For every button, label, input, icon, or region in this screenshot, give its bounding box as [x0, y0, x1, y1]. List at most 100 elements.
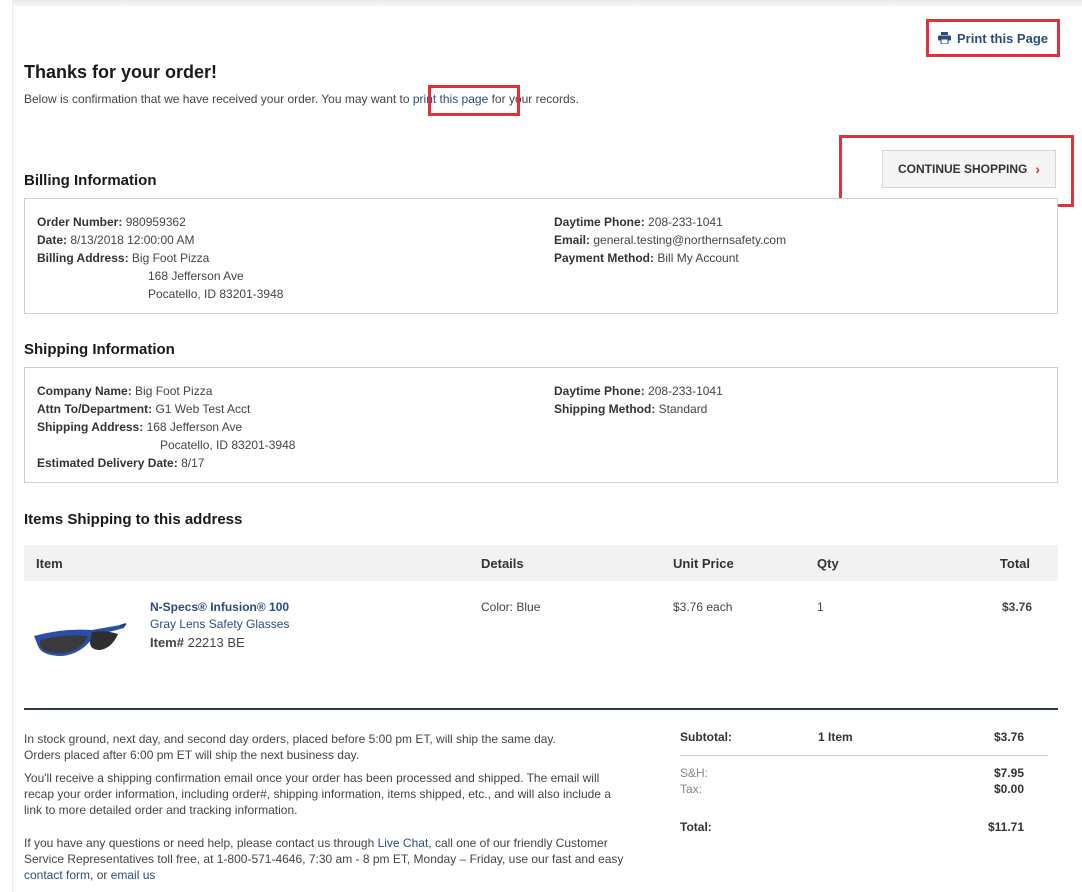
payment-method-row: Payment Method: Bill My Account [554, 249, 786, 267]
subtotal-items: 1 Item [818, 730, 853, 744]
product-image[interactable] [32, 618, 128, 663]
email-us-link[interactable]: email us [111, 868, 156, 882]
chevron-right-icon: › [1035, 161, 1041, 177]
shipping-phone-row: Daytime Phone: 208-233-1041 [554, 382, 723, 400]
shipping-phone-label: Daytime Phone: [554, 384, 645, 398]
items-section-title: Items Shipping to this address [24, 511, 243, 528]
safety-glasses-image [34, 623, 127, 656]
billing-email-value: general.testing@northernsafety.com [593, 233, 787, 247]
product-qty: 1 [817, 600, 824, 614]
delivery-date-label: Estimated Delivery Date: [37, 456, 178, 470]
company-name-value: Big Foot Pizza [135, 384, 213, 398]
tax-label: Tax: [680, 782, 703, 796]
column-header-qty: Qty [817, 556, 839, 571]
shipping-method-value: Standard [658, 402, 708, 416]
shipping-phone-value: 208-233-1041 [648, 384, 723, 398]
billing-address-row: Billing Address: Big Foot Pizza [37, 249, 283, 267]
billing-left-column: Order Number: 980959362 Date: 8/13/2018 … [37, 213, 283, 303]
live-chat-link[interactable]: Live Chat [378, 836, 429, 850]
order-date-label: Date: [37, 233, 68, 247]
attn-value: G1 Web Test Acct [155, 402, 251, 416]
order-date-value: 8/13/2018 12:00:00 AM [70, 233, 195, 247]
subtotal-value: $3.76 [993, 730, 1024, 744]
confirmation-note: You'll receive a shipping confirmation e… [24, 771, 611, 817]
order-number-row: Order Number: 980959362 [37, 213, 283, 231]
billing-address-label: Billing Address: [37, 251, 129, 265]
shipping-info-box: Company Name: Big Foot Pizza Attn To/Dep… [24, 367, 1058, 483]
summary-divider [24, 708, 1058, 710]
shipping-note-line2: Orders placed after 6:00 pm ET will ship… [24, 748, 360, 762]
delivery-date-row: Estimated Delivery Date: 8/17 [37, 454, 295, 472]
payment-method-value: Bill My Account [657, 251, 739, 265]
billing-info-box: Order Number: 980959362 Date: 8/13/2018 … [24, 198, 1058, 314]
attn-row: Attn To/Department: G1 Web Test Acct [37, 400, 295, 418]
shipping-address-row: Shipping Address: 168 Jefferson Ave [37, 418, 295, 436]
product-name-link[interactable]: N-Specs® Infusion® 100 [150, 600, 289, 614]
payment-method-label: Payment Method: [554, 251, 655, 265]
printer-icon [937, 32, 951, 44]
sh-value: $7.95 [993, 766, 1024, 780]
total-value: $11.71 [987, 820, 1024, 834]
column-header-unit-price: Unit Price [673, 556, 734, 571]
help-text-before: If you have any questions or need help, … [24, 836, 378, 850]
totals-separator [680, 755, 1048, 756]
shipping-section-title: Shipping Information [24, 341, 175, 358]
subtotal-label: Subtotal: [680, 730, 732, 744]
order-date-row: Date: 8/13/2018 12:00:00 AM [37, 231, 283, 249]
items-table-header: Item Details Unit Price Qty Total [24, 545, 1058, 581]
shipping-address-line2: Pocatello, ID 83201-3948 [160, 438, 296, 452]
top-edge [12, 0, 1082, 6]
shipping-note-line1: In stock ground, next day, and second da… [24, 732, 556, 746]
shipping-left-column: Company Name: Big Foot Pizza Attn To/Dep… [37, 382, 295, 472]
item-number-label: Item# [150, 635, 184, 650]
company-name-label: Company Name: [37, 384, 132, 398]
attn-label: Attn To/Department: [37, 402, 153, 416]
page-title: Thanks for your order! [24, 62, 218, 82]
shipping-note: In stock ground, next day, and second da… [24, 731, 624, 763]
product-details: Color: Blue [481, 600, 541, 614]
billing-phone-value: 208-233-1041 [648, 215, 723, 229]
total-label: Total: [680, 820, 712, 834]
shipping-method-label: Shipping Method: [554, 402, 656, 416]
billing-section-title: Billing Information [24, 172, 157, 189]
contact-form-link[interactable]: contact form [24, 868, 90, 882]
billing-phone-row: Daytime Phone: 208-233-1041 [554, 213, 786, 231]
billing-email-row: Email: general.testing@northernsafety.co… [554, 231, 786, 249]
sh-label: S&H: [680, 766, 709, 780]
table-row: N-Specs® Infusion® 100 Gray Lens Safety … [24, 596, 1058, 676]
help-note: If you have any questions or need help, … [24, 835, 624, 883]
print-page-label: Print this Page [956, 30, 1049, 46]
billing-right-column: Daytime Phone: 208-233-1041 Email: gener… [554, 213, 786, 267]
billing-address-line3: Pocatello, ID 83201-3948 [148, 287, 284, 301]
order-number-value: 980959362 [125, 215, 186, 229]
intro-text-before: Below is confirmation that we have recei… [24, 92, 413, 106]
column-header-details: Details [481, 556, 524, 571]
product-subtitle-link[interactable]: Gray Lens Safety Glasses [150, 617, 289, 631]
help-text-or: , or [90, 868, 111, 882]
billing-phone-label: Daytime Phone: [554, 215, 645, 229]
column-header-total: Total [999, 556, 1030, 571]
continue-shopping-label: CONTINUE SHOPPING [897, 162, 1028, 176]
billing-email-label: Email: [554, 233, 591, 247]
intro-text: Below is confirmation that we have recei… [24, 92, 579, 106]
column-header-item: Item [36, 556, 63, 571]
order-number-label: Order Number: [37, 215, 123, 229]
intro-text-after: for your records. [488, 92, 579, 106]
item-number-value: 22213 BE [187, 635, 245, 650]
shipping-method-row: Shipping Method: Standard [554, 400, 723, 418]
delivery-date-value: 8/17 [181, 456, 205, 470]
left-edge [12, 0, 13, 892]
shipping-right-column: Daytime Phone: 208-233-1041 Shipping Met… [554, 382, 723, 418]
billing-address-line1: Big Foot Pizza [131, 251, 210, 265]
company-name-row: Company Name: Big Foot Pizza [37, 382, 295, 400]
shipping-address-label: Shipping Address: [37, 420, 144, 434]
product-total: $3.76 [1001, 600, 1032, 614]
print-page-button[interactable]: Print this Page [928, 21, 1058, 55]
product-item-number: Item# 22213 BE [150, 635, 245, 650]
continue-shopping-button[interactable]: CONTINUE SHOPPING › [882, 150, 1056, 188]
billing-address-line2: 168 Jefferson Ave [148, 269, 244, 283]
shipping-address-line1: 168 Jefferson Ave [146, 420, 243, 434]
print-page-link[interactable]: print this page [413, 92, 488, 106]
tax-value: $0.00 [993, 782, 1024, 796]
product-unit-price: $3.76 each [673, 600, 733, 614]
